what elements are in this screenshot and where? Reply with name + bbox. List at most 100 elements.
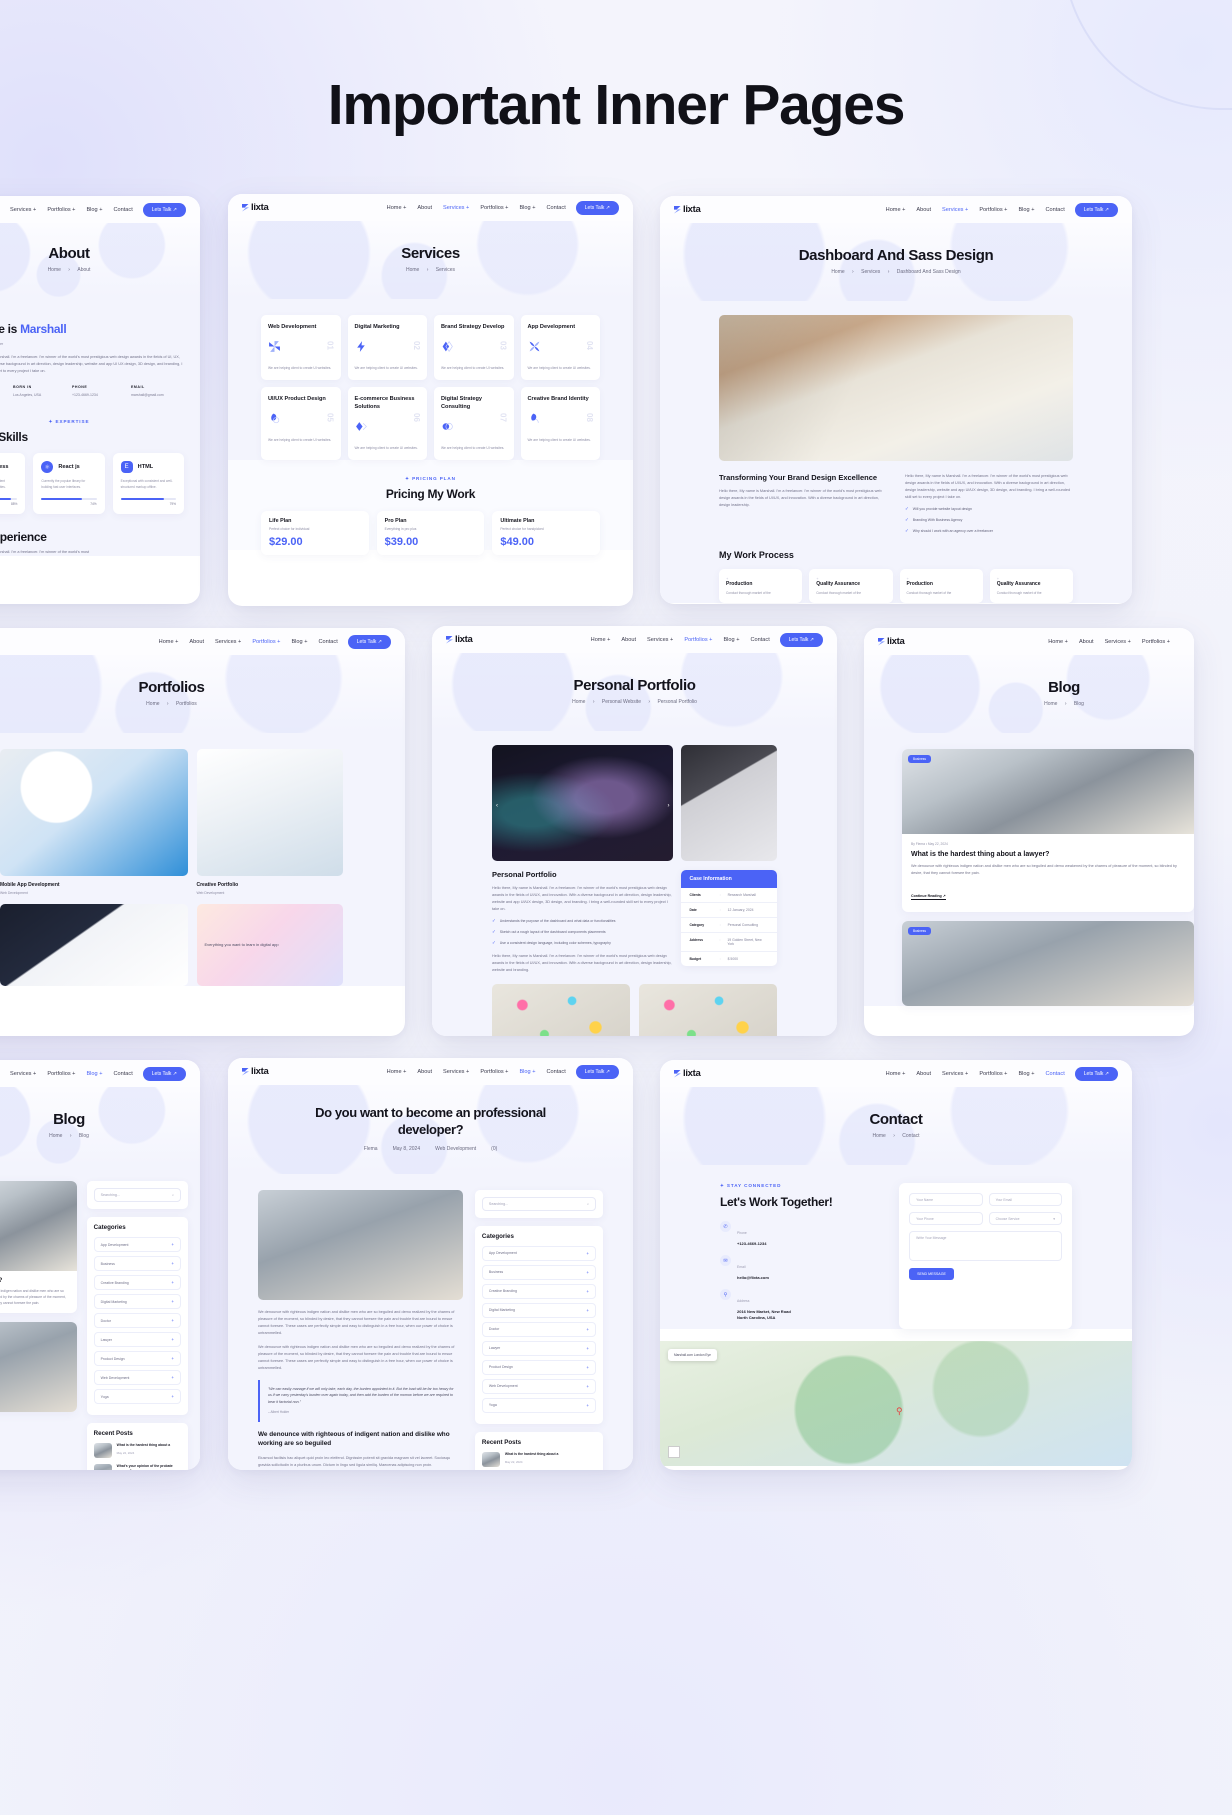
nav-item-portfolios[interactable]: Portfolios + — [1142, 639, 1170, 645]
breadcrumb-home[interactable]: Home — [1044, 701, 1057, 707]
search-icon[interactable]: ⌕ — [587, 1202, 589, 1206]
skill-card[interactable]: ⚛ React js Currently the popular library… — [33, 453, 105, 515]
mock-page-contact[interactable]: lixta Home + About Services + Portfolios… — [660, 1060, 1132, 1470]
nav-item-services[interactable]: Services + — [10, 1071, 36, 1077]
blog-post-title[interactable]: What is the hardest thing about a lawyer… — [911, 851, 1185, 858]
lets-talk-button[interactable]: Lets Talk ↗ — [779, 632, 823, 647]
contact-map[interactable]: Marshall.com London Eye ⚲ — [660, 1341, 1132, 1466]
nav-item-blog[interactable]: Blog + — [86, 207, 102, 213]
carousel-next-icon[interactable]: › — [667, 803, 669, 809]
contact-nav-links[interactable]: Home + About Services + Portfolios + Blo… — [886, 1071, 1065, 1077]
blog-list-post[interactable] — [0, 1322, 77, 1413]
nav-item-blog[interactable]: Blog + — [1018, 1071, 1034, 1077]
nav-item-services[interactable]: Services + — [647, 637, 673, 643]
nav-item-contact[interactable]: Contact — [546, 1069, 565, 1075]
lets-talk-button[interactable]: Lets Talk ↗ — [575, 1064, 619, 1079]
pricing-card[interactable]: Pro Plan Everything in pro plus $39.00 — [376, 510, 485, 555]
nav-item-home[interactable]: Home + — [886, 1071, 906, 1077]
mock-page-blog-list[interactable]: lixta About Services + Portfolios + Blog… — [0, 1060, 200, 1470]
nav-item-portfolios[interactable]: Portfolios + — [47, 207, 75, 213]
lets-talk-button[interactable]: Lets Talk ↗ — [1074, 202, 1118, 217]
brand-logo[interactable]: lixta — [242, 202, 269, 213]
nav-item-home[interactable]: Home + — [591, 637, 611, 643]
category-item[interactable]: App Development + — [93, 1237, 181, 1252]
nav-item-home[interactable]: Home + — [886, 207, 906, 213]
category-item[interactable]: Yoga + — [93, 1389, 181, 1404]
portfolio-item[interactable]: Mobile App Development Web Development — [0, 749, 188, 895]
category-item[interactable]: Creative Branding + — [93, 1275, 181, 1290]
nav-item-services[interactable]: Services + — [10, 207, 36, 213]
mock-page-blog[interactable]: lixta Home + About Services + Portfolios… — [864, 628, 1194, 1036]
service-card[interactable]: Digital Marketing 02 We are helping clie… — [347, 315, 427, 380]
phone-field[interactable]: Your Phone — [909, 1212, 983, 1225]
nav-item-contact[interactable]: Contact — [1045, 207, 1064, 213]
contact-email[interactable]: ✉ Email hello@flixta.com — [720, 1255, 877, 1281]
nav-item-contact[interactable]: Contact — [546, 205, 565, 211]
blog-post-card[interactable]: Business By Flema • May 22, 2024 What is… — [902, 749, 1194, 913]
contact-address[interactable]: ⚲ Address 2016 New Market, New Road Nort… — [720, 1289, 877, 1321]
mock-page-services[interactable]: lixta Home + About Services + Portfolios… — [228, 194, 633, 606]
nav-item-contact[interactable]: Contact — [318, 639, 337, 645]
category-item[interactable]: Digital Marketing + — [93, 1294, 181, 1309]
mock-page-about[interactable]: lixta About Services + Portfolios + Blog… — [0, 196, 200, 604]
search-icon[interactable]: ⌕ — [172, 1193, 174, 1197]
category-item[interactable]: Product Design + — [481, 1359, 596, 1375]
nav-item-blog[interactable]: Blog + — [519, 1069, 535, 1075]
category-item[interactable]: Web Development + — [93, 1370, 181, 1385]
lets-talk-button[interactable]: Lets Talk ↗ — [1074, 1066, 1118, 1081]
category-item[interactable]: Lawyer + — [481, 1340, 596, 1356]
recent-post-item[interactable]: What is the hardest thing about a May 22… — [93, 1443, 181, 1458]
blog-nav-links[interactable]: Home + About Services + Portfolios + — [1048, 639, 1170, 645]
about-nav-links[interactable]: About Services + Portfolios + Blog + Con… — [0, 207, 133, 213]
nav-item-contact[interactable]: Contact — [750, 637, 769, 643]
nav-item-blog[interactable]: Blog + — [723, 637, 739, 643]
category-item[interactable]: Yoga + — [481, 1397, 596, 1413]
lets-talk-button[interactable]: Lets Talk ↗ — [575, 200, 619, 215]
nav-item-home[interactable]: Home + — [159, 639, 179, 645]
brand-logo[interactable]: lixta — [878, 636, 905, 647]
blog-post-card[interactable]: Business — [902, 921, 1194, 1007]
blog-list-nav-links[interactable]: About Services + Portfolios + Blog + Con… — [0, 1071, 133, 1077]
contact-phone[interactable]: ✆ Phone +123-4669-1234 — [720, 1221, 877, 1247]
pricing-card[interactable]: Life Plan Perfect choice for individual … — [261, 510, 369, 555]
process-card[interactable]: + Quality Assurance Conduct thorough mar… — [809, 569, 893, 604]
nav-item-services[interactable]: Services + — [443, 205, 469, 211]
mock-page-blog-detail[interactable]: lixta Home + About Services + Portfolios… — [228, 1058, 633, 1470]
service-card[interactable]: Brand Strategy Develop 03 We are helping… — [434, 315, 514, 380]
contact-form[interactable]: Your Name Your Email Your Phone Choose S… — [899, 1183, 1072, 1329]
brand-logo[interactable]: lixta — [674, 1068, 701, 1079]
dashboard-nav-links[interactable]: Home + About Services + Portfolios + Blo… — [886, 207, 1065, 213]
category-item[interactable]: Digital Marketing + — [481, 1302, 596, 1318]
portfolio-item[interactable]: Creative Portfolio Web Development — [196, 749, 343, 895]
category-item[interactable]: Product Design + — [93, 1351, 181, 1366]
email-field[interactable]: Your Email — [988, 1193, 1062, 1206]
continue-reading-link[interactable]: Continue Reading ↗ — [911, 894, 946, 901]
category-item[interactable]: Doctor + — [481, 1321, 596, 1337]
nav-item-contact[interactable]: Contact — [113, 1071, 132, 1077]
nav-item-portfolios[interactable]: Portfolios + — [979, 1071, 1007, 1077]
personal-portfolio-nav-links[interactable]: Home + About Services + Portfolios + Blo… — [591, 637, 770, 643]
process-card[interactable]: + Production Conduct thorough market of … — [899, 569, 983, 604]
search-input[interactable]: Searching... ⌕ — [93, 1188, 181, 1202]
breadcrumb-mid[interactable]: Personal Website — [602, 699, 641, 705]
recent-post-item[interactable]: What's your opinion of the probate proce… — [93, 1464, 181, 1470]
breadcrumb-home[interactable]: Home — [831, 269, 844, 275]
category-item[interactable]: App Development + — [481, 1245, 596, 1261]
services-nav-links[interactable]: Home + About Services + Portfolios + Blo… — [387, 205, 566, 211]
breadcrumb-home[interactable]: Home — [49, 1133, 62, 1139]
nav-item-services[interactable]: Services + — [1105, 639, 1131, 645]
brand-logo[interactable]: lixta — [242, 1066, 269, 1077]
mock-page-dashboard[interactable]: lixta Home + About Services + Portfolios… — [660, 196, 1132, 604]
nav-item-blog[interactable]: Blog + — [291, 639, 307, 645]
service-select[interactable]: Choose Service ▾ — [988, 1212, 1062, 1225]
nav-item-portfolios[interactable]: Portfolios + — [684, 637, 712, 643]
category-item[interactable]: Business + — [93, 1256, 181, 1271]
breadcrumb-home[interactable]: Home — [872, 1133, 885, 1139]
category-item[interactable]: Creative Branding + — [481, 1283, 596, 1299]
nav-item-portfolios[interactable]: Portfolios + — [480, 1069, 508, 1075]
send-message-button[interactable]: SEND MESSAGE — [909, 1268, 954, 1280]
process-card[interactable]: + Production Conduct thorough market of … — [719, 569, 803, 604]
nav-item-blog[interactable]: Blog + — [1018, 207, 1034, 213]
lets-talk-button[interactable]: Lets Talk ↗ — [142, 202, 186, 217]
breadcrumb-home[interactable]: Home — [572, 699, 585, 705]
